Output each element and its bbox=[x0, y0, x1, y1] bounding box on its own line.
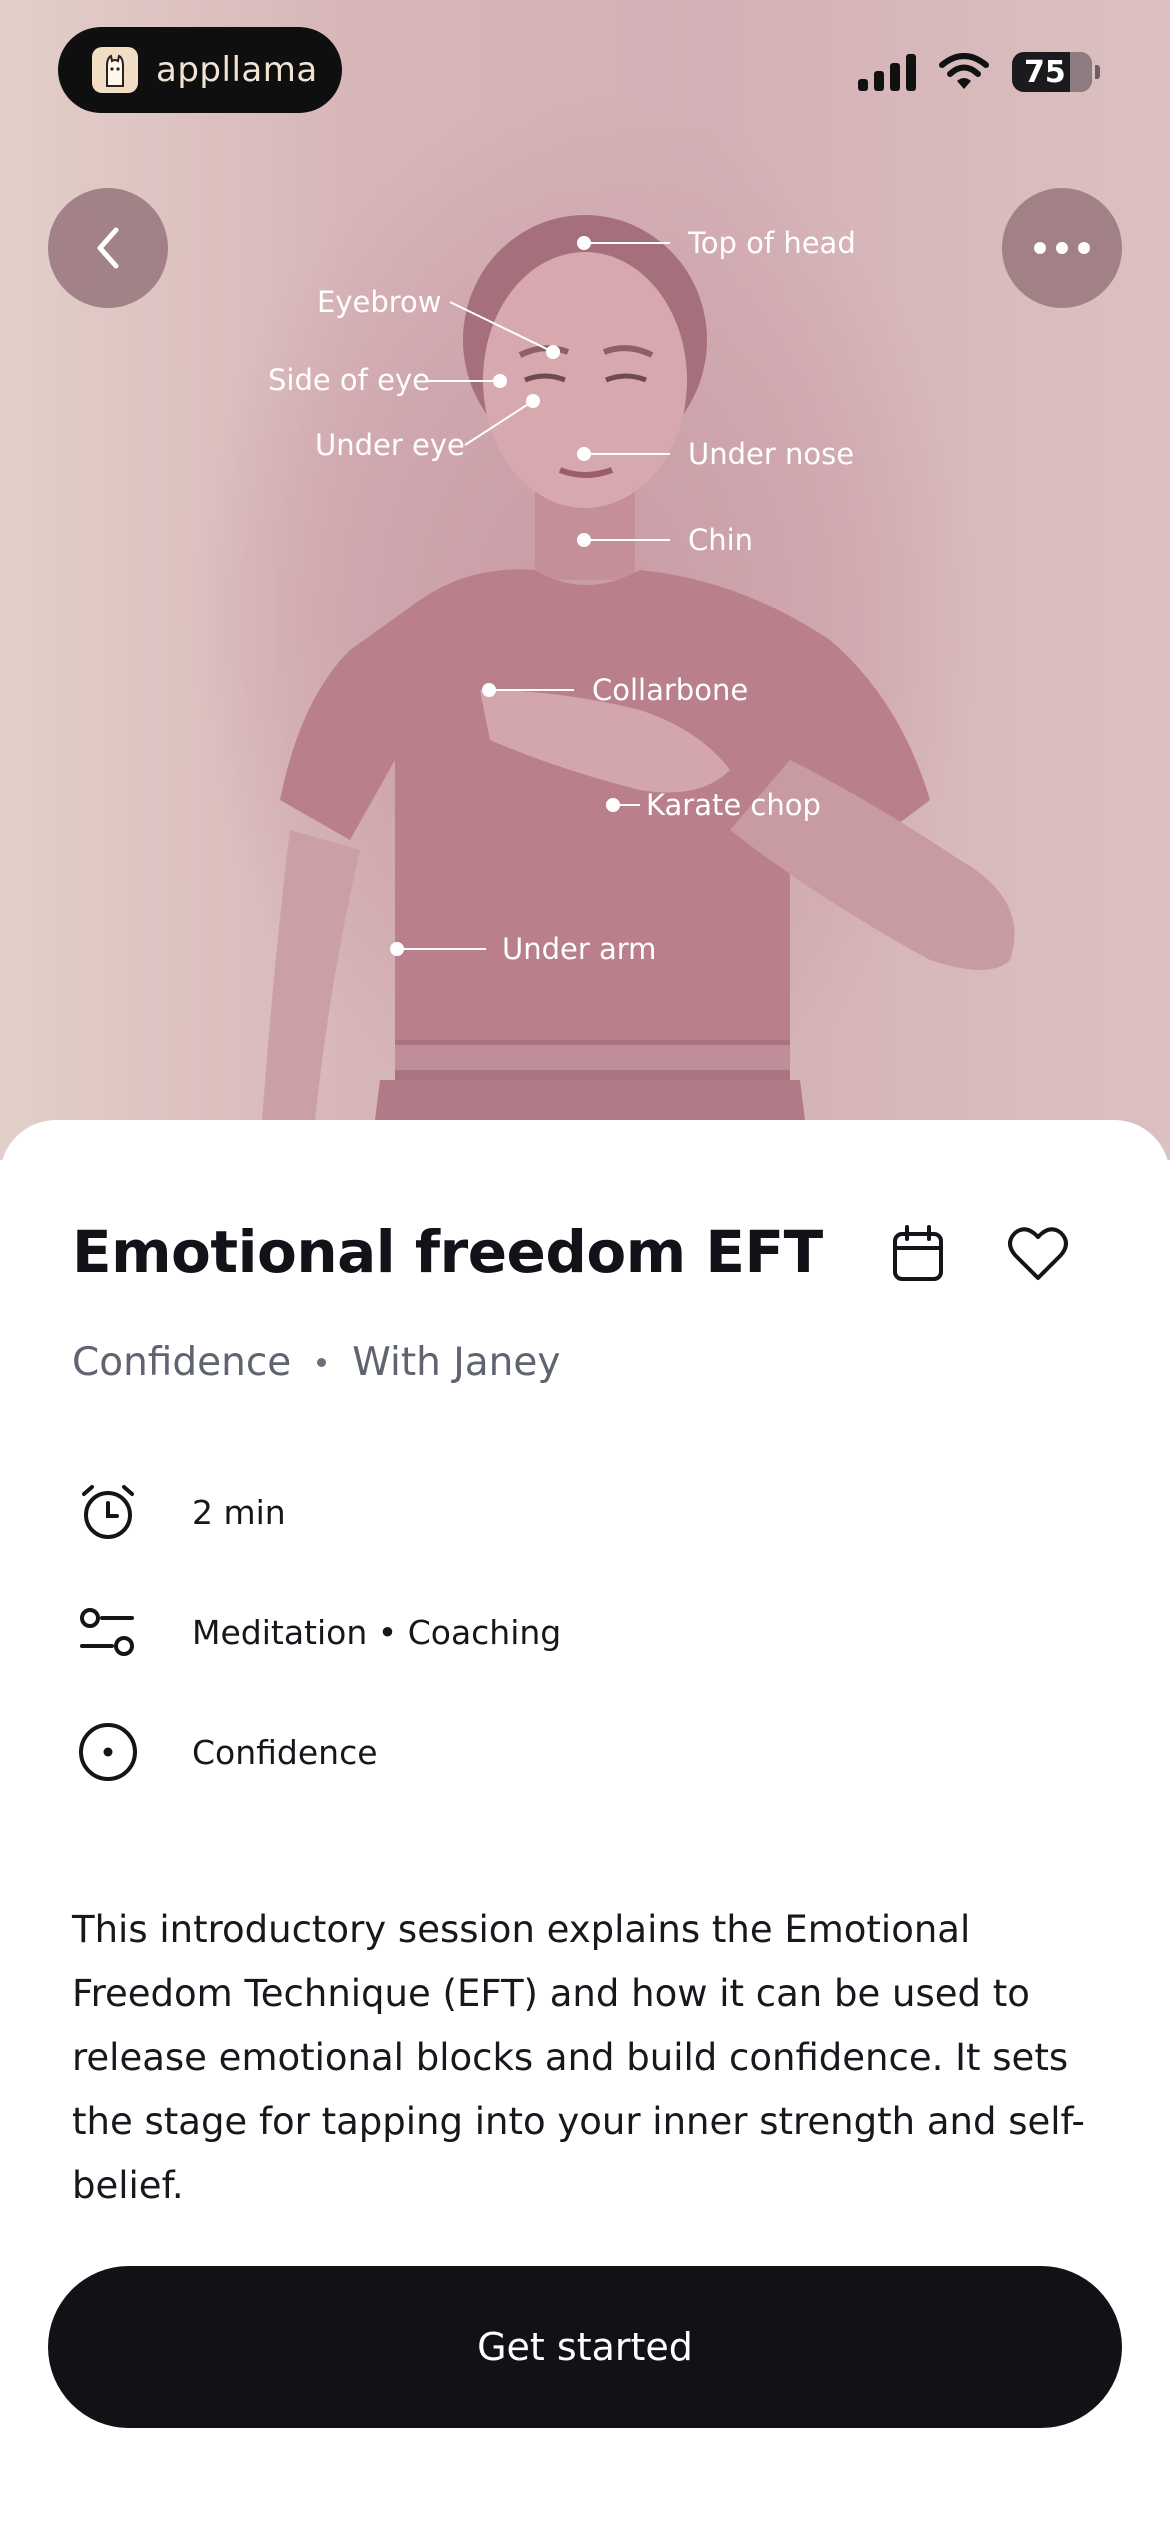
calendar-icon bbox=[893, 1225, 943, 1281]
battery-indicator: 75 bbox=[1012, 52, 1100, 92]
tap-point-collarbone-label: Collarbone bbox=[592, 673, 749, 707]
back-button[interactable] bbox=[48, 188, 168, 308]
tap-point-chin-label: Chin bbox=[688, 523, 754, 557]
status-bar: appllama 75 bbox=[0, 0, 1170, 140]
session-title: Emotional freedom EFT bbox=[72, 1218, 823, 1286]
battery-level: 75 bbox=[1024, 54, 1066, 90]
cellular-signal-icon bbox=[858, 53, 916, 91]
chevron-left-icon bbox=[97, 227, 119, 269]
woman-figure-illustration bbox=[262, 215, 1015, 1160]
duration-row: 2 min bbox=[72, 1476, 286, 1548]
get-started-button[interactable]: Get started bbox=[48, 2266, 1122, 2428]
tap-point-eyebrow-label: Eyebrow bbox=[317, 285, 442, 319]
separator-dot bbox=[317, 1358, 327, 1367]
instructor-label: With Janey bbox=[352, 1340, 561, 1385]
favorite-button[interactable] bbox=[1002, 1218, 1074, 1290]
tap-point-under-eye-label: Under eye bbox=[315, 428, 465, 462]
category-label: Confidence bbox=[72, 1340, 292, 1385]
session-type-row: Meditation • Coaching bbox=[72, 1596, 561, 1668]
heart-icon bbox=[1008, 1227, 1068, 1280]
tap-point-under-arm-label: Under arm bbox=[502, 932, 657, 966]
more-dots-icon bbox=[1034, 242, 1090, 254]
goal-row: Confidence bbox=[72, 1716, 378, 1788]
session-description: This introductory session explains the E… bbox=[72, 1908, 1085, 2207]
session-type-text: Meditation • Coaching bbox=[192, 1612, 562, 1652]
session-meta: Confidence With Janey bbox=[72, 1340, 560, 1385]
tap-point-under-nose-label: Under nose bbox=[688, 437, 855, 471]
goal-text: Confidence bbox=[192, 1732, 378, 1772]
brand-pill: appllama bbox=[58, 27, 342, 113]
alarm-clock-icon bbox=[82, 1485, 134, 1539]
more-options-button[interactable] bbox=[1002, 188, 1122, 308]
duration-text: 2 min bbox=[192, 1492, 286, 1532]
hero-image: Top of head Eyebrow Side of eye Under ey… bbox=[0, 0, 1170, 1160]
schedule-button[interactable] bbox=[882, 1218, 954, 1290]
tap-point-side-of-eye-label: Side of eye bbox=[268, 363, 430, 397]
brand-name: appllama bbox=[156, 50, 318, 90]
sliders-icon bbox=[80, 1608, 134, 1656]
target-icon bbox=[79, 1723, 137, 1781]
wifi-icon bbox=[939, 53, 989, 89]
status-icons: 75 bbox=[858, 52, 1100, 92]
llama-logo-icon bbox=[92, 47, 138, 93]
tap-point-karate-chop-label: Karate chop bbox=[646, 788, 821, 822]
tap-point-top-of-head-label: Top of head bbox=[688, 226, 856, 260]
